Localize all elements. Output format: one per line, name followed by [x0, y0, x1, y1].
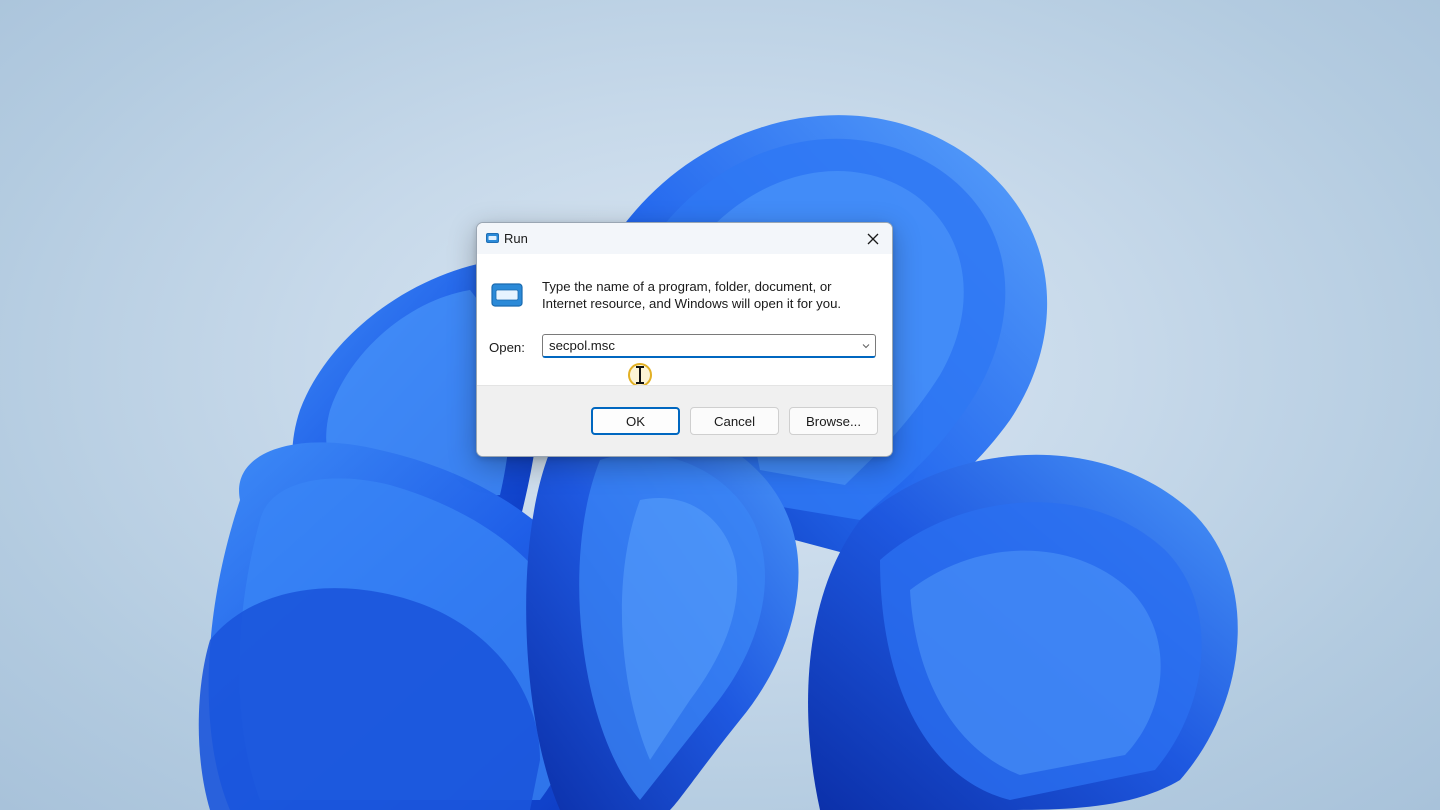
ok-button[interactable]: OK [591, 407, 680, 435]
dialog-content: Type the name of a program, folder, docu… [477, 254, 892, 387]
close-button[interactable] [854, 223, 892, 254]
run-dialog: Run Type the name of a program, folder, … [476, 222, 893, 457]
dialog-description: Type the name of a program, folder, docu… [542, 279, 842, 311]
open-label: Open: [489, 340, 525, 355]
desktop: Run Type the name of a program, folder, … [0, 0, 1440, 810]
open-combobox[interactable]: secpol.msc [542, 334, 876, 358]
text-cursor-icon [636, 366, 644, 384]
browse-button[interactable]: Browse... [789, 407, 878, 435]
cancel-button[interactable]: Cancel [690, 407, 779, 435]
run-app-icon [491, 283, 523, 307]
dialog-title: Run [504, 231, 528, 246]
run-app-icon [486, 233, 499, 243]
open-input[interactable]: secpol.msc [549, 338, 615, 353]
chevron-down-icon[interactable] [861, 341, 871, 351]
close-icon [867, 233, 879, 244]
title-bar[interactable]: Run [477, 223, 892, 254]
dialog-footer: OK Cancel Browse... [477, 385, 892, 456]
